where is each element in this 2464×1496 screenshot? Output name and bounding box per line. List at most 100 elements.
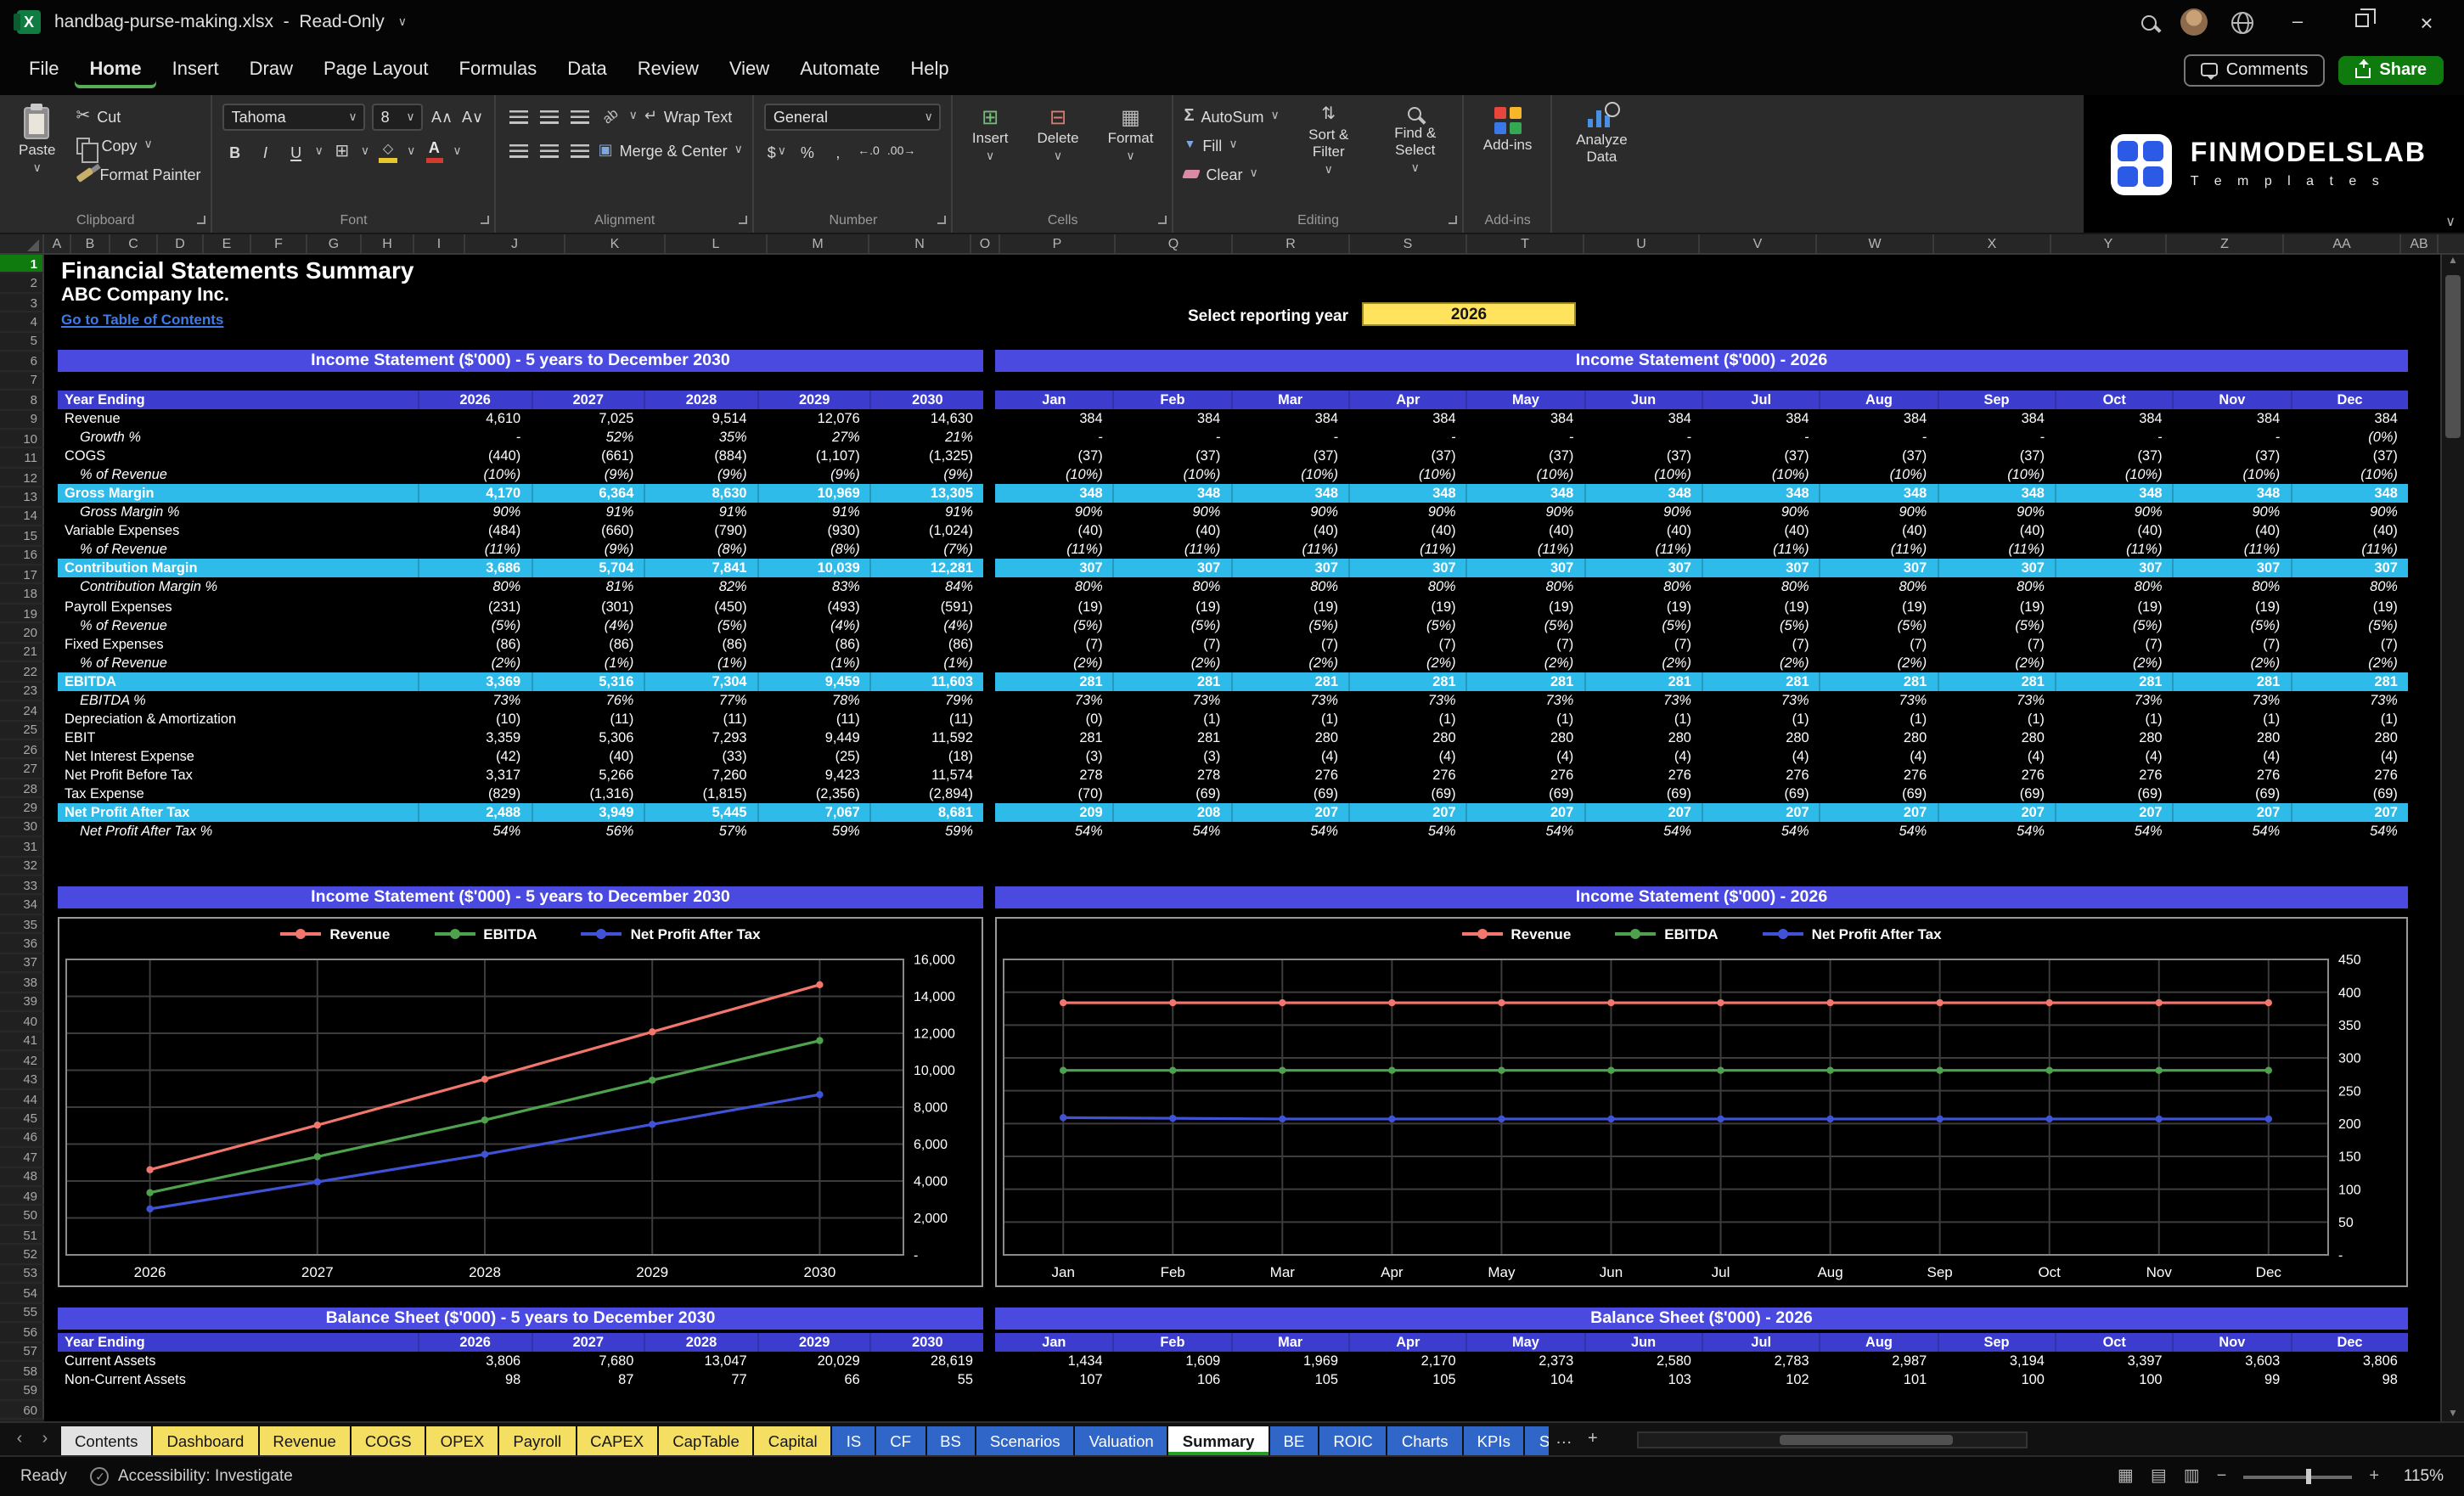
- cell[interactable]: 91%: [870, 503, 983, 522]
- accessibility-status[interactable]: ✓ Accessibility: Investigate: [90, 1467, 293, 1486]
- cell[interactable]: 54%: [1820, 822, 1938, 841]
- cell[interactable]: (2%): [1113, 653, 1231, 672]
- cell[interactable]: (40): [2055, 522, 2173, 541]
- cell[interactable]: 73%: [1466, 691, 1584, 710]
- format-painter-button[interactable]: Format Painter: [76, 161, 201, 187]
- cell[interactable]: (10%): [1584, 465, 1702, 484]
- sheet-tab-capital[interactable]: Capital: [754, 1426, 831, 1455]
- cell[interactable]: 80%: [2055, 578, 2173, 597]
- page-break-view-icon[interactable]: ▥: [2184, 1467, 2200, 1486]
- cell[interactable]: 80%: [1820, 578, 1938, 597]
- cell[interactable]: (11%): [2290, 541, 2408, 560]
- cell[interactable]: 80%: [1584, 578, 1702, 597]
- cell[interactable]: (69): [2055, 785, 2173, 803]
- cell[interactable]: 54%: [418, 822, 531, 841]
- scroll-down-icon[interactable]: ▼: [2448, 1409, 2458, 1420]
- cell[interactable]: (1%): [531, 653, 644, 672]
- cell[interactable]: (10%): [1937, 465, 2055, 484]
- cell[interactable]: 384: [2173, 409, 2291, 428]
- cell[interactable]: 281: [1112, 672, 1231, 691]
- cell[interactable]: 281: [1819, 672, 1938, 691]
- bold-button[interactable]: B: [223, 139, 247, 165]
- cell[interactable]: 207: [1584, 803, 1702, 823]
- cell[interactable]: Tax Expense: [58, 785, 418, 803]
- column-header-Z[interactable]: Z: [2167, 234, 2284, 253]
- cell[interactable]: (10%): [2173, 465, 2291, 484]
- cell[interactable]: 5,266: [531, 766, 644, 785]
- zoom-level[interactable]: 115%: [2396, 1467, 2444, 1486]
- cell[interactable]: (1): [1230, 710, 1348, 728]
- fill-button[interactable]: ▼ Fill ∨: [1184, 132, 1279, 158]
- cell[interactable]: 57%: [644, 822, 757, 841]
- cell[interactable]: (86): [870, 634, 983, 653]
- cell[interactable]: (19): [1820, 597, 1938, 616]
- cell[interactable]: (7): [2290, 634, 2408, 653]
- cell[interactable]: (1,815): [644, 785, 757, 803]
- cell[interactable]: 100: [1937, 1370, 2055, 1389]
- cell[interactable]: 7,293: [644, 728, 757, 747]
- row-header-27[interactable]: 27: [0, 759, 44, 779]
- cell[interactable]: (1): [1466, 710, 1584, 728]
- cell[interactable]: 103: [1584, 1370, 1702, 1389]
- cell[interactable]: (11): [757, 710, 870, 728]
- cell[interactable]: (11%): [1113, 541, 1231, 560]
- cell[interactable]: 91%: [757, 503, 870, 522]
- accounting-format-button[interactable]: $ ∨: [765, 139, 789, 165]
- cell[interactable]: 2027: [531, 391, 644, 410]
- cell[interactable]: 3,397: [2055, 1352, 2173, 1370]
- cell[interactable]: EBIT: [58, 728, 418, 747]
- row-header-49[interactable]: 49: [0, 1187, 44, 1206]
- cell[interactable]: Depreciation & Amortization: [58, 710, 418, 728]
- row-header-56[interactable]: 56: [0, 1323, 44, 1342]
- cell[interactable]: 348: [995, 484, 1113, 503]
- cell[interactable]: Mar: [1230, 391, 1348, 410]
- cell[interactable]: 280: [1230, 728, 1348, 747]
- cell[interactable]: Gross Margin: [58, 484, 418, 503]
- cell[interactable]: (4%): [531, 616, 644, 634]
- cell[interactable]: 90%: [1584, 503, 1702, 522]
- cell[interactable]: 77%: [644, 691, 757, 710]
- cell[interactable]: -: [1348, 428, 1466, 447]
- cell[interactable]: 21%: [870, 428, 983, 447]
- row-header-3[interactable]: 3: [0, 293, 44, 313]
- cell[interactable]: (40): [2290, 522, 2408, 541]
- column-header-W[interactable]: W: [1817, 234, 1934, 253]
- cell[interactable]: (37): [1702, 447, 1820, 465]
- cell[interactable]: 80%: [2173, 578, 2291, 597]
- decrease-decimal-button[interactable]: ←.0: [857, 139, 880, 165]
- cell[interactable]: -: [2173, 428, 2291, 447]
- cell[interactable]: 90%: [1348, 503, 1466, 522]
- column-header-U[interactable]: U: [1584, 234, 1700, 253]
- wrap-text-button[interactable]: ↵ Wrap Text: [644, 104, 732, 129]
- cell[interactable]: (10): [418, 710, 531, 728]
- cell[interactable]: 90%: [418, 503, 531, 522]
- column-header-O[interactable]: O: [971, 234, 1000, 253]
- cell[interactable]: 3,603: [2173, 1352, 2291, 1370]
- cell[interactable]: (10%): [1113, 465, 1231, 484]
- cell[interactable]: (1): [1702, 710, 1820, 728]
- cell[interactable]: (8%): [644, 541, 757, 560]
- cell[interactable]: 3,686: [418, 559, 531, 578]
- sheet-tab-charts[interactable]: Charts: [1387, 1426, 1462, 1455]
- cell[interactable]: 11,574: [870, 766, 983, 785]
- cell[interactable]: Feb: [1112, 1333, 1231, 1353]
- cell[interactable]: (1): [2173, 710, 2291, 728]
- cell[interactable]: 105: [1348, 1370, 1466, 1389]
- row-header-31[interactable]: 31: [0, 837, 44, 858]
- row-header-28[interactable]: 28: [0, 779, 44, 799]
- cell[interactable]: Dec: [2290, 391, 2408, 410]
- cell[interactable]: % of Revenue: [58, 616, 418, 634]
- cell[interactable]: 73%: [1348, 691, 1466, 710]
- cell[interactable]: Contribution Margin %: [58, 578, 418, 597]
- sheet-tab-roic[interactable]: ROIC: [1319, 1426, 1387, 1455]
- cell[interactable]: (5%): [995, 616, 1113, 634]
- menu-page-layout[interactable]: Page Layout: [308, 51, 444, 88]
- cell[interactable]: (4): [1820, 747, 1938, 766]
- cell[interactable]: (37): [2055, 447, 2173, 465]
- row-header-12[interactable]: 12: [0, 468, 44, 488]
- cell[interactable]: 90%: [1702, 503, 1820, 522]
- cell[interactable]: COGS: [58, 447, 418, 465]
- row-header-51[interactable]: 51: [0, 1225, 44, 1246]
- cell[interactable]: 98: [418, 1370, 531, 1389]
- cell[interactable]: (5%): [644, 616, 757, 634]
